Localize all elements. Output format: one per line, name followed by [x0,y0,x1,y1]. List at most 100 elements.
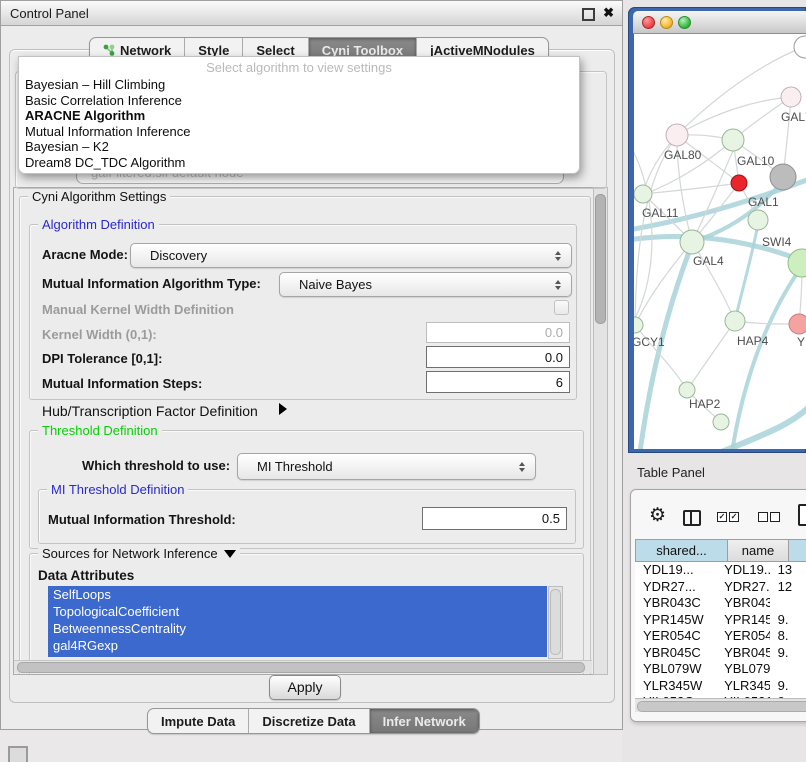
table-cell: YBR043C [716,595,770,612]
network-node[interactable] [731,175,747,191]
which-threshold-combobox[interactable]: MI Threshold [237,453,536,480]
table-cell: YBR043C [635,595,716,612]
algorithm-item-bayesian-k2[interactable]: Bayesian – K2 [19,139,579,155]
network-graph: GAL7GAL80GAL10GAL11GAL1SWI4GAL4GCY1HAP4Y… [634,34,806,449]
table-row[interactable]: YBR045CYBR045C9. [635,645,806,662]
table-row[interactable]: YER054CYER054C8. [635,628,806,645]
attribute-item-betweennesscentrality[interactable]: BetweennessCentrality [48,620,547,637]
node-label: GAL7 [781,110,806,124]
network-edge [735,224,758,321]
form-view-icon[interactable] [798,504,806,526]
close-icon[interactable]: ✖ [603,5,614,21]
settings-horizontal-scrollbar[interactable] [14,660,592,673]
network-node-gcy1[interactable] [634,317,643,333]
node-label: HAP2 [689,397,721,411]
attribute-item-gal4rgexp[interactable]: gal4RGexp [48,637,547,654]
table-row[interactable]: YBR043CYBR043C [635,595,806,612]
mi-steps-field[interactable]: 6 [426,371,570,393]
aracne-mode-combobox[interactable]: Discovery [130,243,572,268]
tab-label: Impute Data [161,714,235,729]
table-panel-title: Table Panel [637,465,705,480]
sources-title: Sources for Network Inference [38,546,240,561]
attribute-item-topologicalcoefficient[interactable]: TopologicalCoefficient [48,603,547,620]
minimize-traffic-light-icon[interactable] [660,16,673,29]
close-traffic-light-icon[interactable] [642,16,655,29]
table-cell: 9. [770,678,806,695]
network-node-hap4[interactable] [725,311,745,331]
table-row[interactable]: YDR27...YDR27...12 [635,579,806,596]
network-node-gal80[interactable] [666,124,688,146]
algorithm-item-basic-correlation-inference[interactable]: Basic Correlation Inference [19,93,579,109]
table-cell [770,595,806,612]
network-node[interactable] [794,36,806,58]
table-row[interactable]: YPR145WYPR145W9. [635,612,806,629]
expand-arrow-icon[interactable] [279,403,287,415]
network-node-gal1[interactable] [748,210,768,230]
network-window-titlebar[interactable] [633,11,806,34]
threshold-definition-title: Threshold Definition [38,423,162,438]
network-node-gal4[interactable] [680,230,704,254]
table-cell: YER054C [635,628,716,645]
control-panel-title: Control Panel [10,6,89,21]
kernel-width-field[interactable]: 0.0 [426,322,570,343]
node-label: Y [797,335,805,349]
control-panel-titlebar: Control Panel ✖ [1,1,622,26]
tab-label: Infer Network [383,714,466,729]
network-node-gal7[interactable] [781,87,801,107]
tab-impute-data[interactable]: Impute Data [148,709,249,733]
stepper-arrows-icon [554,250,562,262]
select-all-icon[interactable]: ✓✓ [717,512,739,522]
tab-label: Discretize Data [262,714,355,729]
table-cell [770,661,806,678]
table-horizontal-scrollbar[interactable] [635,698,806,712]
dpi-tolerance-field[interactable]: 0.0 [426,346,570,368]
table-row[interactable]: YLR345WYLR345W9. [635,678,806,695]
table-cell: 12 [770,579,806,596]
network-node-gal10[interactable] [722,129,744,151]
cyni-algorithm-settings-title: Cyni Algorithm Settings [28,189,170,204]
mi-algorithm-type-combobox[interactable]: Naive Bayes [279,272,572,297]
algorithm-item-dream8-dc-tdc-algorithm[interactable]: Dream8 DC_TDC Algorithm [19,155,579,171]
algorithm-item-mutual-information-inference[interactable]: Mutual Information Inference [19,124,579,140]
dock-panel-icon[interactable] [8,746,28,762]
attribute-list-scrollbar[interactable] [548,586,563,659]
network-node-y[interactable] [789,314,806,334]
column-header-name[interactable]: name [728,539,789,562]
table-cell: YER054C [716,628,770,645]
network-node-swi4[interactable] [788,249,806,277]
zoom-traffic-light-icon[interactable] [678,16,691,29]
stepper-arrows-icon [518,461,526,473]
tab-discretize-data[interactable]: Discretize Data [249,709,369,733]
manual-kernel-width-checkbox[interactable] [554,300,569,315]
algorithm-item-aracne-algorithm[interactable]: ARACNE Algorithm [19,108,579,124]
network-icon [103,44,115,56]
settings-vertical-scrollbar[interactable] [593,187,608,675]
which-threshold-value: MI Threshold [257,454,333,479]
attribute-item-selfloops[interactable]: SelfLoops [48,586,547,603]
table-row[interactable]: YBL079WYBL079W [635,661,806,678]
network-canvas[interactable]: GAL7GAL80GAL10GAL11GAL1SWI4GAL4GCY1HAP4Y… [634,34,806,449]
gear-icon[interactable]: ⚙ [649,506,666,525]
network-node[interactable] [770,164,796,190]
table-cell: 13 [770,562,806,579]
split-columns-icon[interactable] [683,510,701,526]
node-label: GCY1 [634,335,665,349]
column-header-shared[interactable]: shared... [635,539,728,562]
network-node-gal11[interactable] [634,185,652,203]
data-attributes-list[interactable]: SelfLoopsTopologicalCoefficientBetweenne… [48,586,547,657]
network-node[interactable] [713,414,729,430]
mi-threshold-field[interactable]: 0.5 [422,507,567,530]
node-label: GAL4 [693,254,724,268]
table-rows: YDL19...YDL19...13YDR27...YDR27...12YBR0… [635,562,806,698]
tab-infer-network[interactable]: Infer Network [370,709,479,733]
algorithm-item-bayesian-hill-climbing[interactable]: Bayesian – Hill Climbing [19,77,579,93]
float-window-icon[interactable] [582,8,595,21]
deselect-all-icon[interactable] [758,512,780,522]
table-cell: YLR345W [716,678,770,695]
network-node-hap2[interactable] [679,382,695,398]
table-row[interactable]: YDL19...YDL19...13 [635,562,806,579]
apply-button[interactable]: Apply [269,675,341,700]
table-cell: YBL079W [716,661,770,678]
algorithm-popup-placeholder: Select algorithm to view settings [19,60,579,75]
column-header-a[interactable]: A [789,539,806,562]
